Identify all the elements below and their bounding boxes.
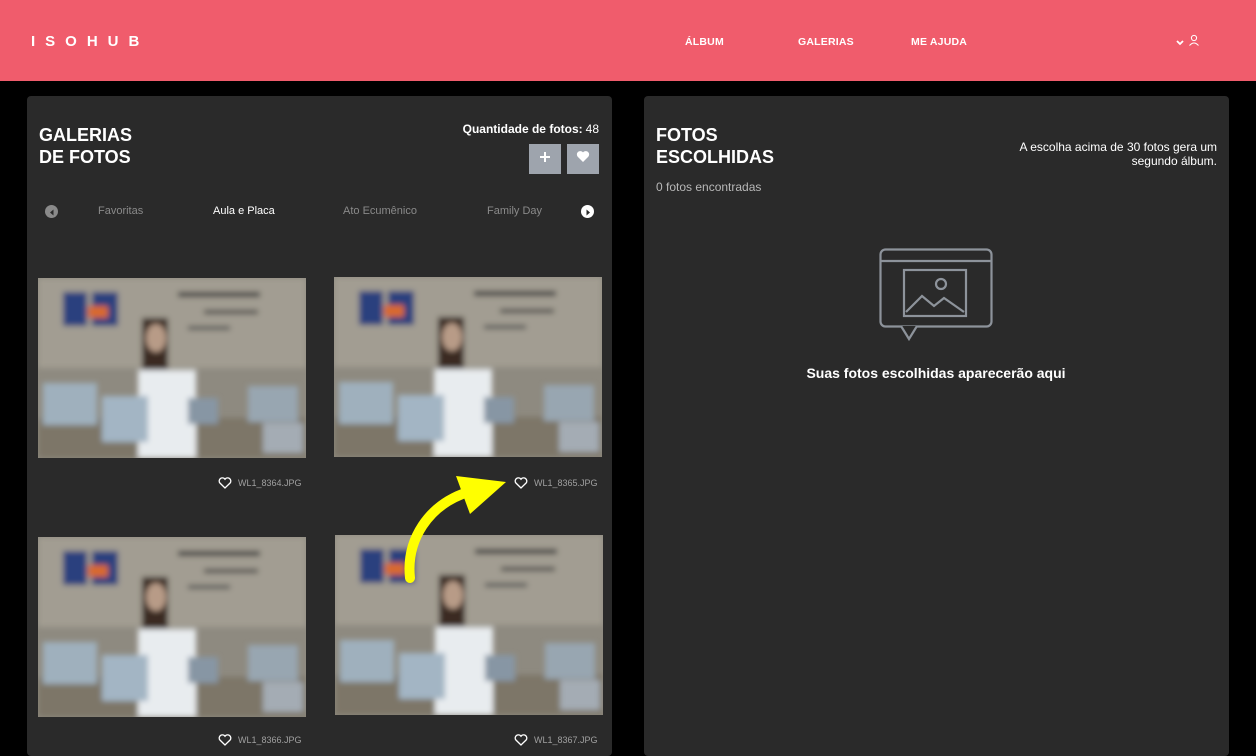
photo-caption: WL1_8364.JPG — [218, 475, 302, 491]
heart-icon[interactable] — [514, 477, 528, 489]
arrow-right-icon — [585, 203, 591, 221]
chevron-down-icon — [1176, 33, 1184, 51]
photo-caption: WL1_8366.JPG — [218, 732, 302, 748]
arrow-left-icon — [49, 203, 55, 221]
heart-icon[interactable] — [218, 734, 232, 746]
nav-album[interactable]: ÁLBUM — [685, 36, 724, 48]
tabs-next-button[interactable] — [581, 205, 594, 218]
tab-ato-ecumenico[interactable]: Ato Ecumênico — [343, 205, 417, 217]
tabs-prev-button[interactable] — [45, 205, 58, 218]
photo-thumbnail[interactable] — [38, 278, 306, 458]
favorites-button[interactable] — [567, 144, 599, 174]
photo-filename: WL1_8367.JPG — [534, 735, 598, 745]
photo-caption: WL1_8365.JPG — [514, 475, 598, 491]
galleries-title: GALERIAS DE FOTOS — [39, 125, 133, 167]
add-photo-button[interactable] — [529, 144, 561, 174]
empty-state-message: Suas fotos escolhidas aparecerão aqui — [806, 365, 1066, 381]
tab-aula-e-placa[interactable]: Aula e Placa — [213, 205, 275, 217]
plus-icon — [539, 150, 551, 168]
photo-filename: WL1_8366.JPG — [238, 735, 302, 745]
user-icon — [1188, 33, 1200, 51]
photo-caption: WL1_8367.JPG — [514, 732, 598, 748]
chosen-photos-panel: FOTOS ESCOLHIDAS A escolha acima de 30 f… — [644, 96, 1229, 756]
user-menu[interactable] — [1176, 33, 1206, 51]
photo-filename: WL1_8365.JPG — [534, 478, 598, 488]
photo-quantity: Quantidade de fotos: 48 — [462, 122, 599, 136]
photo-filename: WL1_8364.JPG — [238, 478, 302, 488]
logo[interactable]: ISOHUB — [31, 33, 149, 50]
photo-thumbnail[interactable] — [335, 535, 603, 715]
galleries-panel: GALERIAS DE FOTOS Quantidade de fotos: 48… — [27, 96, 612, 756]
photo-count: 0 fotos encontradas — [656, 180, 762, 194]
heart-icon[interactable] — [514, 734, 528, 746]
gallery-tabs: Favoritas Aula e Placa Ato Ecumênico Fam… — [27, 202, 612, 222]
tab-family-day[interactable]: Family Day — [487, 205, 542, 217]
heart-icon — [576, 150, 590, 168]
nav-me-ajuda[interactable]: ME AJUDA — [911, 36, 967, 48]
chosen-title: FOTOS ESCOLHIDAS — [656, 125, 775, 167]
album-note: A escolha acima de 30 fotos gera um segu… — [1019, 140, 1217, 168]
top-bar: ISOHUB ÁLBUM GALERIAS ME AJUDA — [0, 0, 1256, 81]
nav-galerias[interactable]: GALERIAS — [798, 36, 854, 48]
image-placeholder-icon — [879, 248, 995, 349]
photo-thumbnail[interactable] — [334, 277, 602, 457]
photo-thumbnail[interactable] — [38, 537, 306, 717]
heart-icon[interactable] — [218, 477, 232, 489]
tab-favoritas[interactable]: Favoritas — [98, 205, 143, 217]
